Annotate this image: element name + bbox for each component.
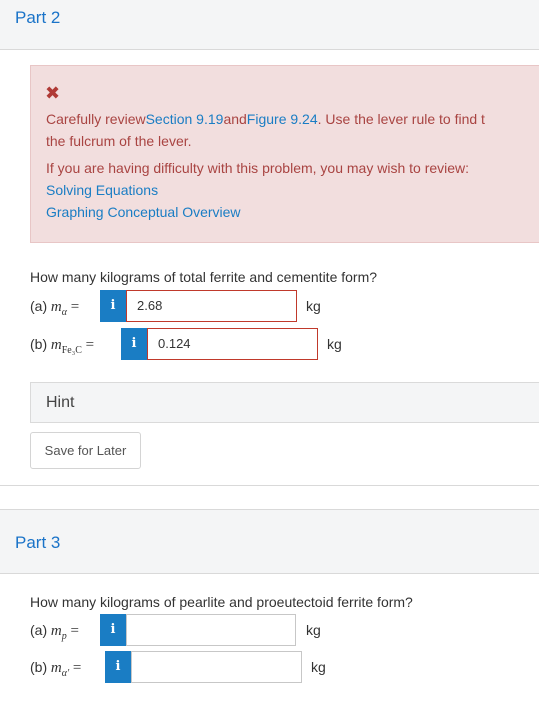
answer-label: (b) mFe₃C =: [30, 336, 95, 356]
unit-label: kg: [327, 336, 342, 352]
feedback-line-3: If you are having difficulty with this p…: [46, 160, 470, 176]
section-link[interactable]: Section 9.19: [146, 111, 224, 127]
error-icon: ✖: [45, 83, 61, 103]
part3-header: Part 3: [0, 509, 539, 574]
answer-label: (b) mα′ =: [30, 659, 82, 679]
feedback-line-1: Carefully reviewSection 9.19andFigure 9.…: [46, 111, 485, 127]
hint-label: Hint: [46, 394, 75, 411]
answer-label: (a) mα =: [30, 298, 80, 318]
part3-question: How many kilograms of pearlite and proeu…: [30, 594, 413, 610]
answer-label: (a) mp =: [30, 622, 79, 642]
part2-question: How many kilograms of total ferrite and …: [30, 269, 378, 285]
part2-header: Part 2: [0, 0, 539, 50]
figure-link[interactable]: Figure 9.24: [247, 111, 318, 127]
unit-label: kg: [306, 622, 321, 638]
hint-toggle[interactable]: Hint: [30, 382, 539, 423]
answer-input[interactable]: 0.124: [147, 328, 318, 360]
part2-title: Part 2: [15, 8, 61, 27]
solving-equations-link[interactable]: Solving Equations: [46, 182, 158, 198]
save-for-later-button[interactable]: Save for Later: [30, 432, 141, 469]
answer-input[interactable]: 2.68: [126, 290, 297, 322]
feedback-line-2: the fulcrum of the lever.: [46, 133, 192, 149]
info-icon[interactable]: i: [121, 328, 147, 360]
info-icon[interactable]: i: [100, 290, 126, 322]
part3-title: Part 3: [15, 533, 61, 552]
graphing-overview-link[interactable]: Graphing Conceptual Overview: [46, 204, 241, 220]
divider: [0, 485, 539, 486]
feedback-alert: ✖ Carefully reviewSection 9.19andFigure …: [30, 65, 539, 243]
unit-label: kg: [311, 659, 326, 675]
info-icon[interactable]: i: [105, 651, 131, 683]
answer-input[interactable]: [126, 614, 296, 646]
answer-input[interactable]: [131, 651, 302, 683]
info-icon[interactable]: i: [100, 614, 126, 646]
unit-label: kg: [306, 298, 321, 314]
